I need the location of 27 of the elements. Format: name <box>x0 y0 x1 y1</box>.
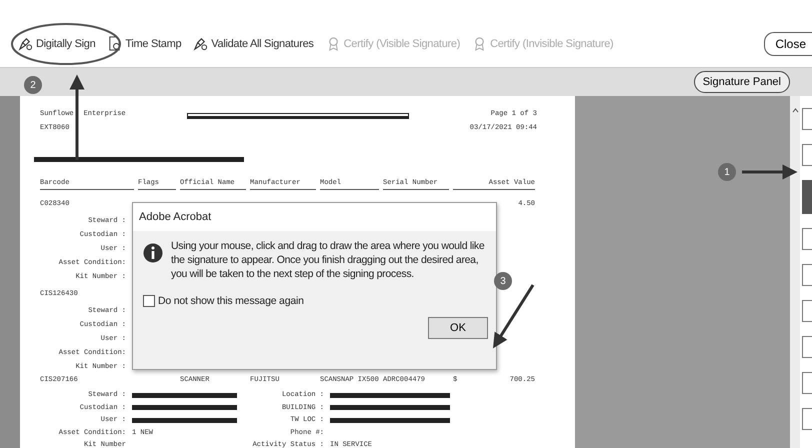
checkbox-label: Do not show this message again <box>158 295 304 307</box>
toolbar-button[interactable]: Validate All Signatures <box>193 36 314 51</box>
ok-button[interactable]: OK <box>428 317 488 339</box>
pen-icon <box>193 36 208 51</box>
info-icon <box>143 243 163 263</box>
pen-icon <box>18 36 33 51</box>
toolbar-button[interactable]: Time Stamp <box>107 36 182 51</box>
tool-icon[interactable] <box>802 300 812 322</box>
tool-icon[interactable] <box>802 108 812 130</box>
tool-icon[interactable] <box>802 144 812 166</box>
dialog-title: Adobe Acrobat <box>133 203 496 231</box>
signature-panel-button[interactable]: Signature Panel <box>694 71 790 93</box>
close-button[interactable]: Close <box>764 32 812 56</box>
arrow-drawing <box>493 284 534 348</box>
tool-icon[interactable] <box>802 336 812 358</box>
tool-icon[interactable] <box>802 372 812 394</box>
tool-icon[interactable] <box>802 264 812 286</box>
scroll-up-icon[interactable] <box>792 108 798 113</box>
tool-icon[interactable] <box>802 408 812 430</box>
checkbox[interactable] <box>143 295 155 307</box>
scrollbar[interactable] <box>790 96 800 448</box>
arrow-drawing <box>742 164 798 180</box>
tool-icon[interactable] <box>802 228 812 250</box>
document-clock-icon <box>107 36 122 51</box>
checkbox-option[interactable]: Do not show this message again <box>143 295 488 307</box>
dialog-message: Using your mouse, click and drag to draw the area where you would like the signature to appear. Once you finish dragging out the desired area, you will be taken to the next step of the signing process. <box>171 239 486 281</box>
toolbar-button[interactable]: Digitally Sign <box>18 36 96 51</box>
